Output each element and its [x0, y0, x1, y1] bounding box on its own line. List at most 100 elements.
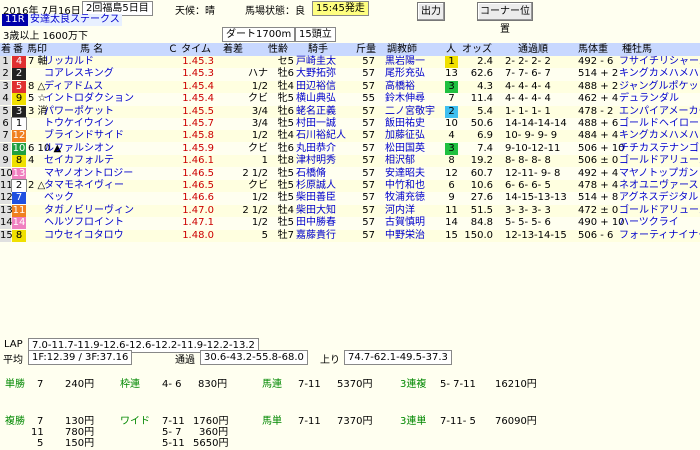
jockey-cell[interactable]: 柴田大知 — [296, 205, 336, 217]
horse-number-cell: 11 — [12, 204, 26, 217]
sex-age-cell: 牡6 — [277, 105, 294, 117]
horse-name-cell[interactable]: イントロダクション — [44, 93, 134, 105]
jockey-cell[interactable]: 津村明秀 — [296, 155, 336, 167]
sire-cell[interactable]: デュランダル — [619, 93, 679, 105]
horse-name-cell[interactable]: マヤノオントロジー — [44, 168, 133, 180]
trainer-cell[interactable]: 加藤征弘 — [385, 130, 425, 142]
table-row[interactable]: 495 ☆ イントロダクション 1.45.4 クビ 牝5 横山典弘 55 鈴木伸尋 7 11.4 4… — [0, 93, 700, 106]
sex-age-cell: 牡6 — [277, 68, 294, 80]
sire-cell[interactable]: ゴールドヘイロー — [619, 118, 699, 130]
horse-name-cell[interactable]: タマモネイヴィー — [44, 180, 124, 192]
table-row[interactable]: 14 14 ヘルツフロイント 1.47.1 1/2 牡5 田中勝春 57 古賀慎明 14 84.8 5… — [0, 217, 700, 230]
trainer-cell[interactable]: 安達昭夫 — [385, 168, 425, 180]
trainer-cell[interactable]: 松田国英 — [385, 143, 425, 155]
horse-name-cell[interactable]: トウケイウイン — [44, 118, 114, 130]
sire-cell[interactable]: キングカメハメハ — [619, 68, 699, 80]
table-row[interactable]: 7 12 ブラインドサイド 1.45.8 1/2 牡4 石川裕紀人 57 加藤征弘 4 6.9 10-… — [0, 130, 700, 143]
table-row[interactable]: 6 1 トウケイウイン 1.45.7 3/4 牡5 村田一誠 57 飯田祐史 10 50.6 14-1… — [0, 117, 700, 131]
trainer-cell[interactable]: 尾形充弘 — [385, 68, 425, 80]
table-row[interactable]: 358 △ ディアドムス 1.45.4 1/2 牡4 田辺裕信 57 高橋裕 3 4.3 4- 4-… — [0, 80, 700, 93]
jockey-cell[interactable]: 戸崎圭太 — [296, 56, 336, 68]
table-row[interactable]: 10 13 マヤノオントロジー 1.46.5 2 1/2 牡5 石橋脩 57 安達昭夫 12 60.… — [0, 167, 700, 180]
sire-cell[interactable]: ジャングルポケット — [619, 81, 700, 93]
table-row[interactable]: 8 10 6 10 ▲ ルファルシオン 1.45.9 クビ 牡6 丸田恭介 57 松田国英 3 7.4… — [0, 142, 700, 155]
table-row[interactable]: 15 8 コウセイコタロウ 1.48.0 5 牡7 嘉藤貴行 57 中野栄治 15 150.0 12-… — [0, 229, 700, 242]
trainer-cell[interactable]: 中野栄治 — [385, 230, 425, 242]
jockey-cell[interactable]: 田中勝春 — [296, 217, 336, 229]
trainer-cell[interactable]: 鈴木伸尋 — [385, 93, 425, 105]
trainer-cell[interactable]: 相沢郁 — [385, 155, 415, 167]
output-button[interactable]: 出力 — [417, 2, 445, 21]
sire-cell[interactable]: ゴールドアリュール — [619, 155, 700, 167]
horse-name-cell[interactable]: セイカフォルテ — [44, 155, 114, 167]
sex-age-cell: 牡5 — [277, 192, 294, 204]
sire-cell[interactable]: マヤノトップガン — [619, 168, 698, 180]
table-row[interactable]: 533 消パワーポケット 1.45.5 3/4 牡6 蛯名正義 57 二ノ宮敬宇 2 5.4 1-… — [0, 105, 700, 118]
table-row[interactable]: 13 11 タガノビリーヴィン 1.47.0 2 1/2 牡4 柴田大知 57 河内洋 11 51.… — [0, 204, 700, 217]
jockey-cell[interactable]: 嘉藤貴行 — [296, 230, 336, 242]
sire-cell[interactable]: ネオユニヴァース — [619, 180, 699, 192]
sex-age-cell: セ5 — [277, 56, 294, 67]
passing-order-cell: 4- 4- 4- 4 — [505, 93, 551, 105]
horse-name-cell[interactable]: ヘルツフロイント — [44, 217, 124, 229]
jockey-cell[interactable]: 石川裕紀人 — [296, 130, 346, 142]
horse-name-cell[interactable]: リッカルド — [44, 56, 94, 68]
corner-position-button[interactable]: コーナー位置 — [477, 2, 533, 35]
weight-cell: 57 — [362, 130, 375, 142]
lap-label: LAP — [4, 339, 23, 350]
popularity-cell: 4 — [448, 130, 455, 142]
horse-name-cell[interactable]: ベック — [44, 192, 74, 204]
time-cell: 1.45.5 — [182, 105, 214, 117]
jockey-cell[interactable]: 蛯名正義 — [296, 106, 336, 118]
horse-number-cell: 10 — [12, 142, 26, 155]
trainer-cell[interactable]: 河内洋 — [385, 205, 415, 217]
jockey-cell[interactable]: 丸田恭介 — [296, 143, 336, 155]
jockey-cell[interactable]: 杉原誠人 — [296, 180, 336, 192]
body-weight-cell: 514 + 2 — [578, 68, 619, 80]
table-row[interactable]: 11 2 2 △ タマモネイヴィー 1.46.5 クビ 牡5 杉原誠人 57 中竹和也 6 10.6 6… — [0, 179, 700, 193]
body-weight-cell: 506 - 6 — [578, 229, 614, 241]
sire-cell[interactable]: ハーツクライ — [619, 217, 679, 229]
horse-name-cell[interactable]: ディアドムス — [44, 81, 103, 93]
sire-cell[interactable]: アグネスデジタル — [619, 192, 698, 204]
popularity-cell: 10 — [445, 118, 458, 129]
passing-order-cell: 2- 2- 2- 2 — [505, 56, 551, 67]
horse-name-cell[interactable]: タガノビリーヴィン — [44, 205, 134, 217]
sire-cell[interactable]: フォーティナイナーズ — [619, 230, 700, 242]
table-row[interactable]: 12 7 ベック 1.46.6 1/2 牡5 柴田善臣 57 牧浦充徳 9 27.6 14-15-13… — [0, 192, 700, 205]
trainer-cell[interactable]: 二ノ宮敬宇 — [385, 106, 435, 118]
jockey-cell[interactable]: 柴田善臣 — [296, 192, 336, 204]
trainer-cell[interactable]: 牧浦充徳 — [385, 192, 425, 204]
sire-cell[interactable]: キングカメハメハ — [619, 130, 699, 142]
horse-name-cell[interactable]: コウセイコタロウ — [44, 230, 124, 242]
jockey-cell[interactable]: 大野拓弥 — [296, 68, 336, 80]
sire-cell[interactable]: チチカステナンゴ — [619, 143, 699, 155]
odds-cell: 2.4 — [477, 56, 493, 67]
table-row[interactable]: 147 軸リッカルド 1.45.3 セ5 戸崎圭太 57 黒岩陽一 1 2.4 2- 2- 2-… — [0, 56, 700, 68]
avg-label: 平均 — [3, 355, 23, 366]
time-cell: 1.46.5 — [182, 167, 214, 179]
jockey-cell[interactable]: 石橋脩 — [296, 168, 326, 180]
table-row[interactable]: 9 8 4 セイカフォルテ 1.46.1 1 牡8 津村明秀 57 相沢郁 8 19.2 8- 8- 8… — [0, 155, 700, 168]
trainer-cell[interactable]: 中竹和也 — [385, 180, 425, 192]
start-time: 15:45発走 — [312, 1, 369, 16]
horse-name-cell[interactable]: コアレスキング — [44, 68, 114, 80]
trainer-cell[interactable]: 高橋裕 — [385, 81, 415, 93]
sex-age-cell: 牡4 — [277, 130, 294, 142]
trainer-cell[interactable]: 飯田祐史 — [385, 118, 425, 130]
horse-name-cell[interactable]: パワーポケット — [44, 106, 114, 118]
rank-cell: 1 — [0, 56, 11, 68]
jockey-cell[interactable]: 田辺裕信 — [296, 81, 336, 93]
horse-name-cell[interactable]: ブラインドサイド — [44, 130, 124, 142]
course: ダート1700m — [222, 27, 296, 42]
jockey-cell[interactable]: 横山典弘 — [296, 93, 336, 105]
horse-name-cell[interactable]: ルファルシオン — [44, 143, 114, 155]
sire-cell[interactable]: ゴールドアリュール — [619, 205, 700, 217]
table-row[interactable]: 2 2 コアレスキング 1.45.3 ハナ 牡6 大野拓弥 57 尾形充弘 13 62.6 7- 7-… — [0, 68, 700, 81]
jockey-cell[interactable]: 村田一誠 — [296, 118, 336, 130]
rank-cell: 14 — [0, 217, 13, 230]
trainer-cell[interactable]: 古賀慎明 — [385, 217, 425, 229]
sire-cell[interactable]: エンパイアメーカー — [619, 106, 700, 118]
trainer-cell[interactable]: 黒岩陽一 — [385, 56, 425, 68]
sire-cell[interactable]: フサイチリシャール — [619, 56, 700, 68]
